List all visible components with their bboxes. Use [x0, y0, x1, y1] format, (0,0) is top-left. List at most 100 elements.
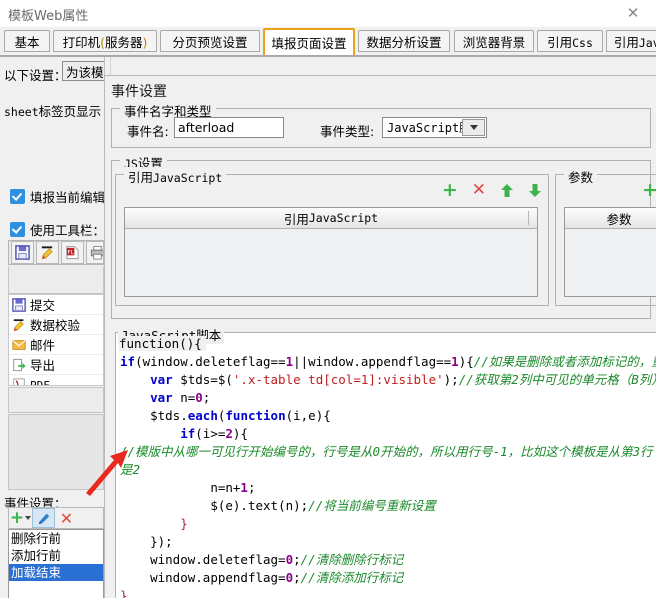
code-line: //模版中从哪一可见行开始编号的，行号是从0开始的，所以用行号-1，比如这个模板…	[120, 444, 653, 459]
function-signature: function(){	[119, 336, 206, 351]
tab-label: 引用JavaScript	[613, 34, 656, 50]
code-line: var $tds=$('.x-table td[col=1]:visible')…	[150, 372, 656, 387]
list-item[interactable]: 邮件	[9, 335, 103, 355]
save-icon	[12, 297, 26, 312]
event-list-item[interactable]: 添加行前	[9, 547, 103, 564]
list-item-label: PDF	[30, 379, 50, 386]
checkbox-fill-current-edit[interactable]: 填报当前编辑	[10, 187, 104, 206]
group-legend: 参数	[564, 167, 598, 186]
tab-5[interactable]: 浏览器背景	[454, 30, 534, 52]
event-type-dropdown[interactable]: JavaScript脚本	[382, 117, 487, 138]
remove-js-button[interactable]: ✕	[472, 182, 486, 199]
pdf-icon	[12, 377, 26, 385]
code-line: if(i>=2){	[180, 426, 248, 441]
checkbox-icon[interactable]	[10, 189, 25, 204]
panel-spacer-1	[8, 387, 104, 413]
group-legend: 引用JavaScript	[124, 167, 227, 186]
toolbar-item-list: 提交数据校验邮件导出PDFExcel(分页导	[8, 294, 104, 386]
params-toolbar: +	[642, 181, 656, 200]
code-line: $(e).text(n);//将当前编号重新设置	[210, 498, 436, 513]
list-item[interactable]: 导出	[9, 355, 103, 375]
tab-label: 数据分析设置	[366, 34, 442, 50]
add-param-button[interactable]: +	[642, 179, 656, 201]
event-type-label: 事件类型:	[320, 124, 375, 139]
js-reference-toolbar: + ✕	[442, 181, 542, 200]
event-list-item[interactable]: 加载结束	[9, 564, 103, 581]
pencil-icon	[12, 318, 26, 332]
event-toolbar: + ✕	[8, 507, 104, 529]
code-line: });	[150, 534, 173, 549]
settings-label: 以下设置：	[4, 68, 67, 83]
settings-scope-dropdown[interactable]: 为该模板单独设置	[62, 61, 104, 81]
list-item-label: 提交	[30, 298, 56, 313]
tab-label: 引用Css	[547, 34, 593, 50]
tab-4[interactable]: 数据分析设置	[358, 30, 450, 52]
code-line: 是2	[120, 462, 141, 477]
move-up-button	[501, 184, 513, 197]
script-code-editor[interactable]: if(window.deleteflag==1||window.appendfl…	[115, 353, 656, 598]
tab-label: 打印机(服务器)	[62, 34, 148, 50]
code-line: $tds.each(function(i,e){	[150, 408, 331, 423]
checkbox-label: 填报当前编辑	[30, 191, 104, 205]
move-down-button	[529, 184, 541, 197]
pencil-icon[interactable]	[36, 241, 59, 264]
widget-toolbar: FL	[8, 240, 104, 265]
export-icon	[12, 358, 26, 372]
params-table[interactable]: 参数	[564, 207, 656, 297]
js-reference-column-header: 引用 JavaScript	[125, 208, 537, 229]
list-item-label: 数据校验	[30, 318, 81, 333]
tab-label: 填报页面设置	[271, 36, 347, 51]
tab-6[interactable]: 引用Css	[537, 30, 603, 52]
js-reference-rows	[125, 229, 537, 296]
tab-1[interactable]: 打印机(服务器)	[53, 30, 157, 52]
svg-text:FL: FL	[67, 250, 74, 256]
chevron-down-icon[interactable]	[462, 119, 485, 136]
code-line: }	[120, 588, 128, 598]
save-icon[interactable]	[11, 241, 34, 264]
checkbox-icon[interactable]	[10, 222, 25, 237]
checkbox-use-toolbar[interactable]: 使用工具栏：	[10, 220, 104, 239]
left-settings-panel: 以下设置： 为该模板单独设置 sheet标签页显示 填报当前编辑 使用工具栏： …	[0, 57, 104, 598]
event-name-type-group: 事件名字和类型 事件名: afterload 事件类型: JavaScript脚…	[111, 101, 651, 148]
event-list[interactable]: 删除行前 添加行前 加载结束	[8, 529, 104, 598]
code-line: var n=0;	[150, 390, 211, 405]
js-reference-table[interactable]: 引用 JavaScript	[124, 207, 538, 297]
close-icon[interactable]: ✕	[610, 0, 656, 26]
tab-label: 分页预览设置	[172, 34, 248, 50]
list-item[interactable]: PDF	[9, 375, 103, 386]
tab-label: 基本	[14, 34, 40, 50]
tab-7[interactable]: 引用JavaScript	[606, 30, 656, 52]
params-column-header: 参数	[565, 208, 656, 229]
params-group: 参数 + 参数	[555, 167, 656, 306]
add-js-button[interactable]: +	[442, 181, 458, 200]
checkbox-label: 使用工具栏：	[30, 224, 104, 238]
list-item-label: 邮件	[30, 338, 56, 353]
flash-icon[interactable]: FL	[61, 241, 84, 264]
tab-label: 浏览器背景	[462, 34, 526, 50]
edit-event-button[interactable]	[32, 508, 55, 528]
dialog-title: 事件设置	[111, 84, 167, 100]
delete-event-button[interactable]: ✕	[55, 508, 78, 528]
code-line: n=n+1;	[210, 480, 256, 495]
window-title: 模板Web属性	[8, 9, 89, 24]
sheet-tab-label: sheet标签页显示	[4, 104, 102, 119]
list-item[interactable]: 数据校验	[9, 315, 103, 335]
code-line: window.appendflag=0;//清除添加行标记	[150, 570, 404, 585]
tab-2[interactable]: 分页预览设置	[160, 30, 260, 52]
toolbar-spacer	[8, 266, 104, 294]
list-item[interactable]: 提交	[9, 295, 103, 315]
event-name-label: 事件名:	[127, 124, 169, 139]
code-line: }	[180, 516, 188, 531]
panel-spacer-2	[8, 414, 104, 490]
add-event-button[interactable]: +	[9, 508, 32, 528]
print-icon[interactable]	[86, 241, 103, 264]
list-item-label: 导出	[30, 358, 56, 373]
tab-0[interactable]: 基本	[4, 30, 50, 52]
event-list-item[interactable]: 删除行前	[9, 530, 103, 547]
app-window: 模板Web属性 ✕ 基本 打印机(服务器) 分页预览设置 填报页面设置 数据分析设置 浏览…	[0, 0, 656, 598]
tab-3[interactable]: 填报页面设置	[263, 28, 355, 55]
event-name-input[interactable]: afterload	[174, 117, 284, 138]
code-line: if(window.deleteflag==1||window.appendfl…	[120, 354, 656, 369]
mail-icon	[12, 338, 26, 352]
params-rows	[565, 229, 656, 296]
